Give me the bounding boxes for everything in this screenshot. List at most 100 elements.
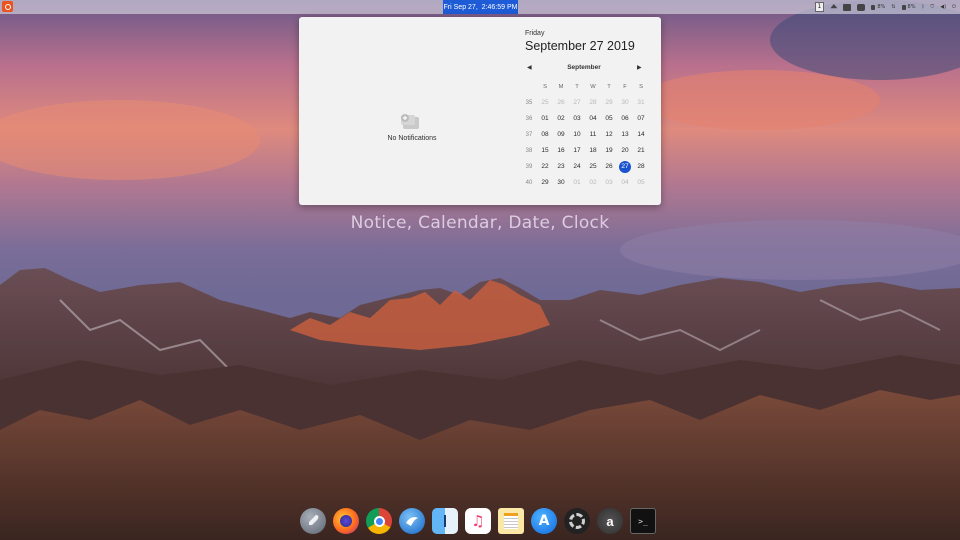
calendar-day[interactable]: 09 bbox=[553, 127, 569, 143]
calendar-day[interactable]: 02 bbox=[585, 175, 601, 191]
calendar-day-number: 16 bbox=[557, 147, 565, 154]
volume-icon[interactable]: ◀) bbox=[940, 4, 946, 10]
calendar-week-row: 38 15 16 17 18 19 20 21 bbox=[521, 143, 649, 159]
caption-text: Notice, Calendar, Date, Clock bbox=[350, 213, 610, 233]
calendar-day-number: 07 bbox=[637, 115, 645, 122]
camera-icon[interactable] bbox=[857, 3, 866, 11]
calendar-day-number: 02 bbox=[589, 179, 597, 186]
dock: ♫ A a >_ bbox=[300, 508, 656, 536]
weekday-header: W bbox=[590, 84, 596, 90]
chrome-icon[interactable] bbox=[366, 508, 392, 534]
calendar-day[interactable]: 02 bbox=[553, 111, 569, 127]
eject-icon[interactable] bbox=[830, 4, 838, 10]
calendar-day[interactable]: 23 bbox=[553, 159, 569, 175]
calendar-day-number: 01 bbox=[573, 179, 581, 186]
week-number: 36 bbox=[525, 116, 533, 122]
calendar-day-number: 19 bbox=[605, 147, 613, 154]
calendar-day[interactable]: 31 bbox=[633, 95, 649, 111]
finder-icon[interactable] bbox=[432, 508, 458, 534]
calendar-day[interactable]: 18 bbox=[585, 143, 601, 159]
calendar-day-number: 29 bbox=[541, 179, 549, 186]
week-number-header bbox=[521, 79, 537, 95]
calendar-day[interactable]: 24 bbox=[569, 159, 585, 175]
calendar-day[interactable]: 29 bbox=[601, 95, 617, 111]
terminal-icon[interactable]: >_ bbox=[630, 508, 656, 534]
calendar-day-number: 11 bbox=[589, 131, 597, 138]
calendar-day[interactable]: 26 bbox=[553, 95, 569, 111]
weekday-header: T bbox=[575, 84, 579, 90]
calendar-day-number: 02 bbox=[557, 115, 565, 122]
calendar-day[interactable]: 08 bbox=[537, 127, 553, 143]
calendar-day[interactable]: 16 bbox=[553, 143, 569, 159]
calendar-day[interactable]: 03 bbox=[569, 111, 585, 127]
calendar-day-today[interactable]: 27 bbox=[617, 159, 633, 175]
calendar-day[interactable]: 26 bbox=[601, 159, 617, 175]
cpu-indicator-value: 8% bbox=[877, 4, 886, 10]
calendar-day[interactable]: 21 bbox=[633, 143, 649, 159]
calendar-day[interactable]: 05 bbox=[633, 175, 649, 191]
memory-indicator-icon[interactable]: 8% bbox=[901, 4, 915, 10]
rocket-icon[interactable] bbox=[300, 508, 326, 534]
firefox-icon[interactable] bbox=[333, 508, 359, 534]
calendar-day[interactable]: 25 bbox=[585, 159, 601, 175]
amazon-icon[interactable]: a bbox=[597, 508, 623, 534]
calendar-day[interactable]: 13 bbox=[617, 127, 633, 143]
calendar-day[interactable]: 11 bbox=[585, 127, 601, 143]
calendar-day[interactable]: 20 bbox=[617, 143, 633, 159]
workspace-indicator[interactable]: 1 bbox=[814, 2, 825, 12]
calendar-day[interactable]: 01 bbox=[537, 111, 553, 127]
calendar-day[interactable]: 15 bbox=[537, 143, 553, 159]
arrow-updown-icon[interactable]: ⇅ bbox=[891, 4, 895, 10]
chevron-right-icon[interactable]: ▶ bbox=[637, 64, 642, 71]
calendar-day-number: 04 bbox=[621, 179, 629, 186]
clock-button[interactable]: Fri Sep 27, 2:46:59 PM bbox=[443, 0, 518, 14]
calendar-day-number: 24 bbox=[573, 163, 581, 170]
calendar-day[interactable]: 30 bbox=[617, 95, 633, 111]
calendar-day-number: 17 bbox=[573, 147, 581, 154]
calendar-day[interactable]: 06 bbox=[617, 111, 633, 127]
calendar-day[interactable]: 04 bbox=[617, 175, 633, 191]
calendar-day-number: 21 bbox=[637, 147, 645, 154]
calendar-day[interactable]: 29 bbox=[537, 175, 553, 191]
calendar-day[interactable]: 12 bbox=[601, 127, 617, 143]
calendar-day-number: 26 bbox=[605, 163, 613, 170]
weekday-header: T bbox=[607, 84, 611, 90]
calendar-day[interactable]: 27 bbox=[569, 95, 585, 111]
network-icon[interactable]: ⛉ bbox=[930, 4, 934, 10]
cpu-indicator-icon[interactable]: 8% bbox=[871, 4, 885, 10]
calendar-day[interactable]: 19 bbox=[601, 143, 617, 159]
thunderbird-icon[interactable] bbox=[399, 508, 425, 534]
power-icon[interactable]: ⏻ bbox=[952, 4, 956, 10]
settings-ring-icon[interactable] bbox=[564, 508, 590, 534]
calendar-day[interactable]: 07 bbox=[633, 111, 649, 127]
calendar-day-number: 27 bbox=[573, 99, 581, 106]
ubuntu-logo-icon[interactable] bbox=[2, 1, 13, 12]
calendar-day[interactable]: 25 bbox=[537, 95, 553, 111]
calendar-day[interactable]: 01 bbox=[569, 175, 585, 191]
calendar-day[interactable]: 10 bbox=[569, 127, 585, 143]
week-number: 35 bbox=[525, 100, 533, 106]
music-icon[interactable]: ♫ bbox=[465, 508, 491, 534]
calendar-full-date[interactable]: September 27 2019 bbox=[525, 39, 635, 53]
app-store-icon[interactable]: A bbox=[531, 508, 557, 534]
calendar-day[interactable]: 28 bbox=[585, 95, 601, 111]
calendar-day[interactable]: 30 bbox=[553, 175, 569, 191]
calendar-day-number: 14 bbox=[637, 131, 645, 138]
calendar-day-number: 30 bbox=[557, 179, 565, 186]
calendar-day[interactable]: 14 bbox=[633, 127, 649, 143]
notes-icon[interactable] bbox=[498, 508, 524, 534]
calendar-day[interactable]: 17 bbox=[569, 143, 585, 159]
calendar-day-number: 08 bbox=[541, 131, 549, 138]
calendar-day[interactable]: 04 bbox=[585, 111, 601, 127]
calendar-day-number: 25 bbox=[589, 163, 597, 170]
drive-icon[interactable] bbox=[843, 3, 852, 11]
calendar-day-number: 03 bbox=[573, 115, 581, 122]
calendar-day[interactable]: 22 bbox=[537, 159, 553, 175]
bluetooth-icon[interactable]: ᛒ bbox=[921, 4, 924, 10]
calendar-day[interactable]: 05 bbox=[601, 111, 617, 127]
calendar-day-number: 01 bbox=[541, 115, 549, 122]
calendar-day[interactable]: 03 bbox=[601, 175, 617, 191]
calendar-day-number: 05 bbox=[637, 179, 645, 186]
calendar-day-number: 26 bbox=[557, 99, 565, 106]
calendar-day[interactable]: 28 bbox=[633, 159, 649, 175]
